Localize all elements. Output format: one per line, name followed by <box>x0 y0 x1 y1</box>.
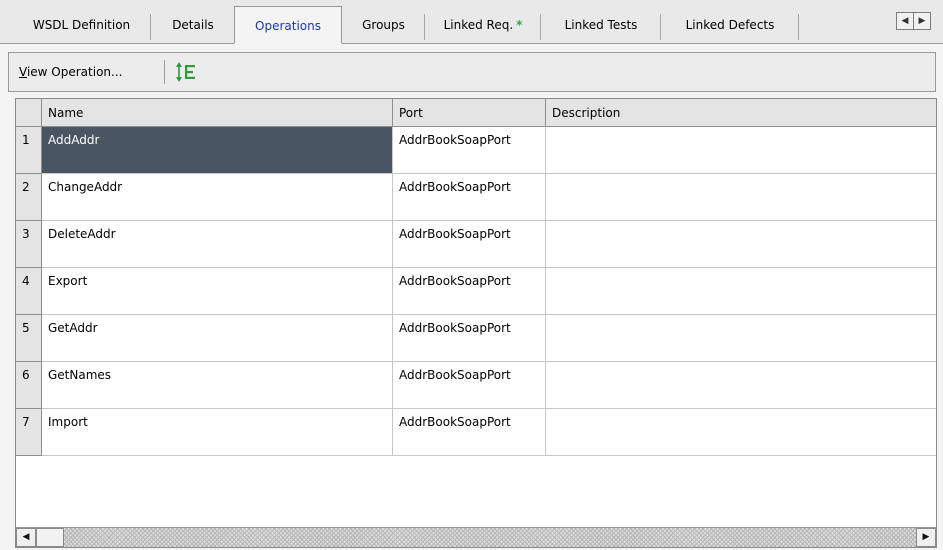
description-cell[interactable] <box>546 174 936 221</box>
arrow-right-icon: ▶ <box>918 16 926 26</box>
set-column-order-button[interactable] <box>172 57 202 87</box>
tab-linked-tests[interactable]: Linked Tests <box>541 8 661 43</box>
row-number: 6 <box>16 362 42 409</box>
port-cell[interactable]: AddrBookSoapPort <box>393 315 546 362</box>
port-cell[interactable]: AddrBookSoapPort <box>393 174 546 221</box>
name-cell[interactable]: ChangeAddr <box>42 174 393 221</box>
modified-asterisk-icon: * <box>516 18 523 32</box>
column-header-label: Name <box>48 106 84 120</box>
mnemonic-letter: V <box>19 65 27 79</box>
table-row[interactable]: 1 AddAddr AddrBookSoapPort <box>16 127 936 174</box>
name-cell[interactable]: GetNames <box>42 362 393 409</box>
description-cell[interactable] <box>546 127 936 174</box>
scroll-left-button[interactable]: ◀ <box>16 528 36 547</box>
description-cell[interactable] <box>546 221 936 268</box>
table-row[interactable]: 3 DeleteAddr AddrBookSoapPort <box>16 221 936 268</box>
toolbar-separator <box>164 60 165 84</box>
button-label: iew Operation... <box>26 65 123 79</box>
horizontal-scrollbar[interactable]: ◀ ▶ <box>16 527 936 547</box>
description-cell[interactable] <box>546 409 936 456</box>
row-number: 4 <box>16 268 42 315</box>
table-row[interactable]: 6 GetNames AddrBookSoapPort <box>16 362 936 409</box>
tab-linked-req[interactable]: Linked Req. * <box>425 8 541 43</box>
tab-divider <box>798 14 799 40</box>
toolbar: View Operation... <box>8 52 936 92</box>
description-cell[interactable] <box>546 315 936 362</box>
tab-groups[interactable]: Groups <box>342 8 425 43</box>
tab-bar: WSDL Definition Details Operations Group… <box>0 0 943 44</box>
scrollbar-thumb[interactable] <box>36 528 64 547</box>
description-cell[interactable] <box>546 362 936 409</box>
scroll-right-button[interactable]: ▶ <box>916 528 936 547</box>
table-row[interactable]: 2 ChangeAddr AddrBookSoapPort <box>16 174 936 221</box>
name-cell[interactable]: GetAddr <box>42 315 393 362</box>
arrow-left-icon: ◀ <box>901 16 909 26</box>
row-number: 3 <box>16 221 42 268</box>
row-number: 1 <box>16 127 42 174</box>
name-cell[interactable]: DeleteAddr <box>42 221 393 268</box>
column-header-port[interactable]: Port <box>393 99 546 127</box>
arrow-left-icon: ◀ <box>22 532 30 542</box>
arrow-right-icon: ▶ <box>922 532 930 542</box>
name-cell[interactable]: Import <box>42 409 393 456</box>
tab-linked-defects[interactable]: Linked Defects <box>661 8 799 43</box>
description-cell[interactable] <box>546 268 936 315</box>
column-order-icon <box>176 62 195 82</box>
port-cell[interactable]: AddrBookSoapPort <box>393 268 546 315</box>
tab-wsdl-definition[interactable]: WSDL Definition <box>12 8 151 43</box>
port-cell[interactable]: AddrBookSoapPort <box>393 221 546 268</box>
name-cell[interactable]: Export <box>42 268 393 315</box>
row-number-header <box>16 99 42 127</box>
tab-label: Operations <box>255 19 321 33</box>
tab-label: Linked Defects <box>685 18 775 32</box>
port-cell[interactable]: AddrBookSoapPort <box>393 127 546 174</box>
operations-table: Name Port Description 1 AddAddr AddrBook… <box>15 98 937 548</box>
tab-scroll-left-button[interactable]: ◀ <box>896 12 914 30</box>
view-operation-button[interactable]: View Operation... <box>13 53 128 91</box>
table-row[interactable]: 4 Export AddrBookSoapPort <box>16 268 936 315</box>
column-header-description[interactable]: Description <box>546 99 936 127</box>
column-header-name[interactable]: Name <box>42 99 393 127</box>
row-number: 7 <box>16 409 42 456</box>
table-row[interactable]: 5 GetAddr AddrBookSoapPort <box>16 315 936 362</box>
column-header-label: Description <box>552 106 621 120</box>
port-cell[interactable]: AddrBookSoapPort <box>393 362 546 409</box>
tab-label: Linked Tests <box>564 18 638 32</box>
row-number: 2 <box>16 174 42 221</box>
row-number: 5 <box>16 315 42 362</box>
table-row[interactable]: 7 Import AddrBookSoapPort <box>16 409 936 456</box>
name-cell[interactable]: AddAddr <box>42 127 393 174</box>
port-cell[interactable]: AddrBookSoapPort <box>393 409 546 456</box>
tab-scroll-right-button[interactable]: ▶ <box>913 12 931 30</box>
column-header-label: Port <box>399 106 423 120</box>
tab-label: Linked Req. <box>443 18 514 32</box>
tab-label: Groups <box>362 18 405 32</box>
tab-label: WSDL Definition <box>32 18 131 32</box>
tab-details[interactable]: Details <box>151 8 235 43</box>
tab-label: Details <box>172 18 214 32</box>
tab-operations[interactable]: Operations <box>234 6 342 44</box>
